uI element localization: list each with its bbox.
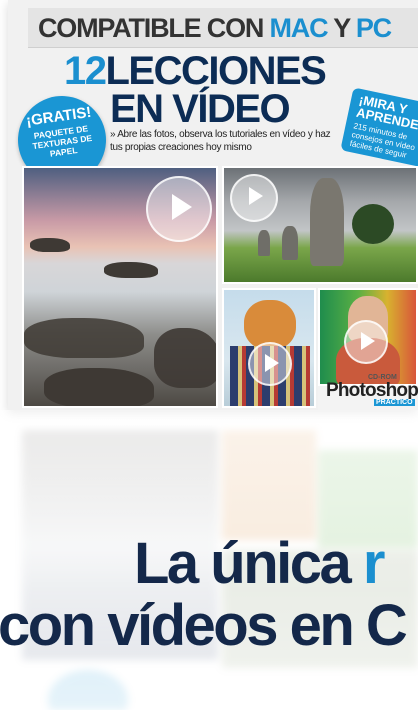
standing-stone	[310, 178, 344, 266]
compat-mac: MAC	[269, 13, 329, 43]
compat-prefix: COMPATIBLE CON	[38, 13, 270, 43]
rock-shape	[154, 328, 216, 388]
play-button-icon[interactable]	[344, 320, 388, 364]
promo-line-1-text: La única	[134, 531, 363, 596]
promo-line-1-accent: r	[362, 531, 386, 596]
play-button-icon[interactable]	[230, 174, 278, 222]
lesson-count: 12	[64, 49, 107, 93]
tree-shape	[352, 204, 394, 244]
rock-shape	[44, 368, 154, 406]
rock-shape	[24, 318, 144, 358]
play-button-icon[interactable]	[248, 342, 292, 386]
practico-label: PRÁCTICO	[374, 399, 415, 406]
promo-line-1: La única r	[134, 531, 386, 596]
play-button-icon[interactable]	[146, 176, 212, 242]
compat-pc: PC	[355, 13, 392, 43]
compatibility-banner: COMPATIBLE CON MAC Y PC	[28, 8, 418, 48]
standing-stone	[282, 226, 298, 260]
rock-shape	[30, 238, 70, 252]
promo-line-2: con vídeos en C	[0, 593, 408, 658]
standing-stone	[258, 230, 270, 256]
cover-subline: » Abre las fotos, observa los tutoriales…	[110, 129, 331, 153]
headline-line2: EN VÍDEO	[110, 87, 291, 131]
cover-headline: 12LECCIONES EN VÍDEO	[64, 49, 394, 131]
rock-shape	[104, 262, 158, 278]
compat-y: Y	[327, 13, 356, 43]
